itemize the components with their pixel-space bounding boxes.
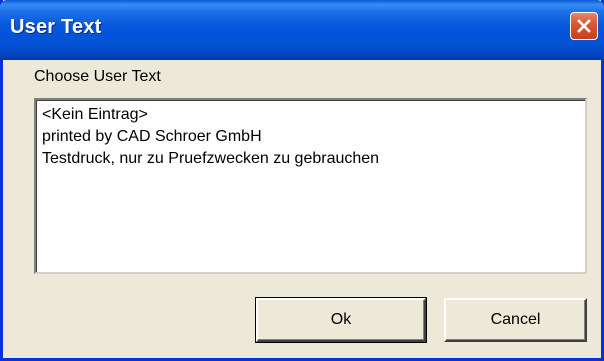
list-item[interactable]: Testdruck, nur zu Pruefzwecken zu gebrau… — [42, 148, 579, 170]
user-text-listbox[interactable]: <Kein Eintrag> printed by CAD Schroer Gm… — [34, 98, 587, 274]
close-icon — [577, 19, 591, 33]
user-text-dialog: User Text Choose User Text <Kein Eintrag… — [0, 0, 604, 361]
list-item[interactable]: printed by CAD Schroer GmbH — [42, 126, 579, 148]
window-title: User Text — [10, 16, 102, 38]
list-item[interactable]: <Kein Eintrag> — [42, 104, 579, 126]
ok-button[interactable]: Ok — [255, 297, 427, 343]
title-bar[interactable]: User Text — [0, 0, 604, 60]
choose-user-text-label: Choose User Text — [34, 68, 161, 85]
cancel-button[interactable]: Cancel — [444, 298, 587, 342]
close-button[interactable] — [570, 12, 598, 40]
